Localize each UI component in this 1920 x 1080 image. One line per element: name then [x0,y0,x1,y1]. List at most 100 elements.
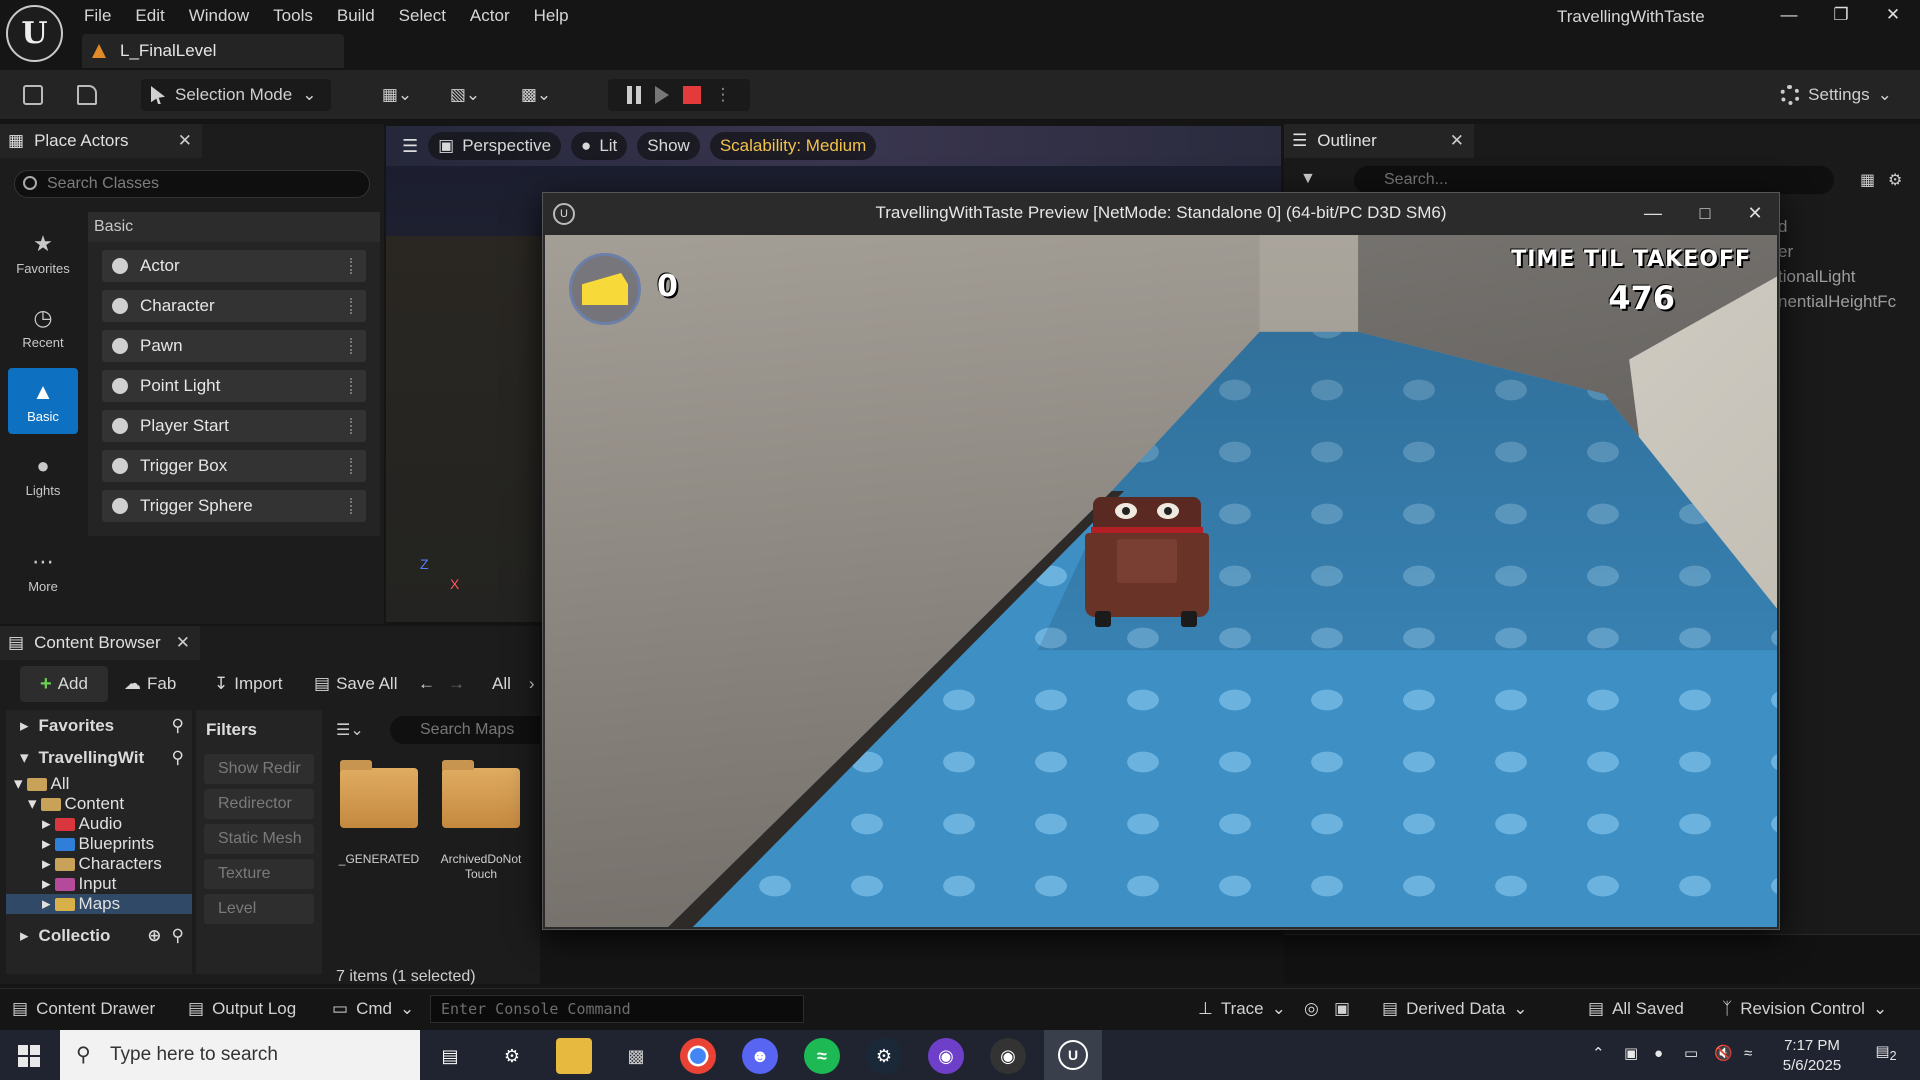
path-all-button[interactable]: All › [492,666,535,702]
filter-redirector[interactable]: Redirector [204,789,314,819]
maximize-icon[interactable]: □ [1685,199,1725,227]
blueprint-icon[interactable]: ▧⌄ [442,79,488,111]
unreal-editor-taskbar-icon[interactable]: U [1044,1030,1102,1080]
windows-start-icon[interactable] [18,1045,40,1067]
github-icon[interactable]: ◉ [928,1038,964,1074]
content-browser-tab[interactable]: ▤ Content Browser ✕ [0,626,200,660]
stop-icon[interactable] [682,86,701,104]
microphone-icon[interactable]: ● [1654,1044,1663,1064]
filter-icon[interactable]: ☰⌄ [336,720,364,740]
search-icon[interactable]: ⚲ [172,926,184,946]
menu-select[interactable]: Select [387,2,458,30]
filter-level[interactable]: Level [204,894,314,924]
chrome-icon[interactable] [680,1038,716,1074]
actor-item-pawn[interactable]: Pawn [102,330,366,362]
category-recent[interactable]: ◷ Recent [8,294,78,360]
actor-item-trigger-box[interactable]: Trigger Box [102,450,366,482]
show-button[interactable]: Show [637,132,700,160]
add-folder-icon[interactable]: ▦ [1860,170,1875,190]
drag-handle-icon[interactable] [350,298,354,314]
add-collection-icon[interactable]: ⊕ [147,926,161,946]
perspective-button[interactable]: ▣ Perspective [428,132,562,160]
search-classes-input[interactable]: Search Classes [14,170,370,198]
category-favorites[interactable]: ★ Favorites [8,220,78,286]
more-options-icon[interactable]: ⋮ [715,85,732,105]
folder-generated[interactable] [340,760,418,828]
close-icon[interactable]: ✕ [1870,2,1916,28]
tree-item-input[interactable]: ▸ Input [6,874,192,894]
taskbar-search-input[interactable]: ⚲ Type here to search [60,1030,420,1080]
minimize-icon[interactable]: — [1766,2,1812,28]
hamburger-icon[interactable]: ☰ [402,136,418,157]
outliner-row[interactable]: nentialHeightFc [1778,289,1914,314]
tree-item-audio[interactable]: ▸ Audio [6,814,192,834]
close-icon[interactable]: ✕ [176,633,190,653]
selection-mode-dropdown[interactable]: Selection Mode ⌄ [141,79,331,111]
actor-item-character[interactable]: Character [102,290,366,322]
drag-handle-icon[interactable] [350,498,354,514]
pause-icon[interactable] [626,86,641,104]
step-icon[interactable] [654,86,669,104]
save-all-button[interactable]: ▤ Save All [314,666,398,702]
record-icon[interactable]: ◎ [1304,999,1319,1019]
settings-button[interactable]: Settings ⌄ [1776,79,1896,111]
scalability-badge[interactable]: Scalability: Medium [709,132,877,160]
tree-item-blueprints[interactable]: ▸ Blueprints [6,834,192,854]
drag-handle-icon[interactable] [350,258,354,274]
level-tab[interactable]: L_FinalLevel [82,34,344,68]
app-icon[interactable]: ▩ [618,1038,654,1074]
steam-icon[interactable]: ⚙ [866,1038,902,1074]
actor-item-trigger-sphere[interactable]: Trigger Sphere [102,490,366,522]
menu-file[interactable]: File [72,2,123,30]
output-log-button[interactable]: ▤ Output Log [188,999,296,1019]
folder-archived[interactable] [442,760,520,828]
save-icon[interactable] [18,79,48,111]
fab-button[interactable]: ☁ Fab [124,666,176,702]
menu-tools[interactable]: Tools [261,2,325,30]
filter-show-redirectors[interactable]: Show Redir [204,754,314,784]
search-maps-input[interactable]: Search Maps [390,716,540,744]
clock[interactable]: 7:17 PM 5/6/2025 [1776,1036,1848,1076]
place-actors-tab[interactable]: ▦ Place Actors ✕ [0,124,202,158]
all-saved-button[interactable]: ▤ All Saved [1588,999,1684,1019]
derived-data-dropdown[interactable]: ▤ Derived Data ⌄ [1382,999,1528,1019]
meet-now-icon[interactable]: ▣ [1624,1044,1638,1064]
revision-control-dropdown[interactable]: ᛉ Revision Control ⌄ [1722,999,1887,1019]
actor-item-player-start[interactable]: Player Start [102,410,366,442]
menu-build[interactable]: Build [325,2,387,30]
close-icon[interactable]: ✕ [178,131,192,151]
minimize-icon[interactable]: — [1633,199,1673,227]
task-view-icon[interactable]: ▤ [432,1038,468,1074]
category-more[interactable]: ⋯ More [8,538,78,604]
browse-icon[interactable] [72,79,102,111]
discord-icon[interactable]: ☻ [742,1038,778,1074]
game-viewport[interactable]: 0 TIME TIL TAKEOFF 476 [545,235,1777,927]
category-basic[interactable]: ▲ Basic [8,368,78,434]
file-explorer-icon[interactable] [556,1038,592,1074]
search-icon[interactable]: ⚲ [172,748,184,768]
outliner-row[interactable]: tionalLight [1778,264,1914,289]
drag-handle-icon[interactable] [350,338,354,354]
console-command-input[interactable]: Enter Console Command [430,995,804,1023]
collections-section[interactable]: ▸ Collectio ⊕ ⚲ [6,920,192,952]
lit-button[interactable]: ● Lit [571,132,628,160]
unreal-logo-icon[interactable]: U [6,5,63,62]
tree-item-all[interactable]: ▾ All [6,774,192,794]
wifi-icon[interactable]: ≈ [1744,1044,1752,1064]
drag-handle-icon[interactable] [350,378,354,394]
actor-item-actor[interactable]: Actor [102,250,366,282]
close-icon[interactable]: ✕ [1450,131,1464,151]
game-preview-window[interactable]: U TravellingWithTaste Preview [NetMode: … [542,192,1780,930]
speaker-muted-icon[interactable]: 🔇 [1714,1044,1733,1064]
add-button[interactable]: + Add [20,666,108,702]
drag-handle-icon[interactable] [350,418,354,434]
menu-help[interactable]: Help [522,2,581,30]
gear-icon[interactable]: ⚙ [1888,170,1902,190]
filter-icon[interactable]: ▼ [1300,170,1316,188]
preview-title-bar[interactable]: U TravellingWithTaste Preview [NetMode: … [543,193,1779,233]
outliner-tab[interactable]: ☰ Outliner ✕ [1284,124,1474,158]
favorites-section[interactable]: ▸ Favorites ⚲ [6,710,192,742]
battery-icon[interactable]: ▭ [1684,1044,1698,1064]
drag-handle-icon[interactable] [350,458,354,474]
spotify-icon[interactable]: ≈ [804,1038,840,1074]
